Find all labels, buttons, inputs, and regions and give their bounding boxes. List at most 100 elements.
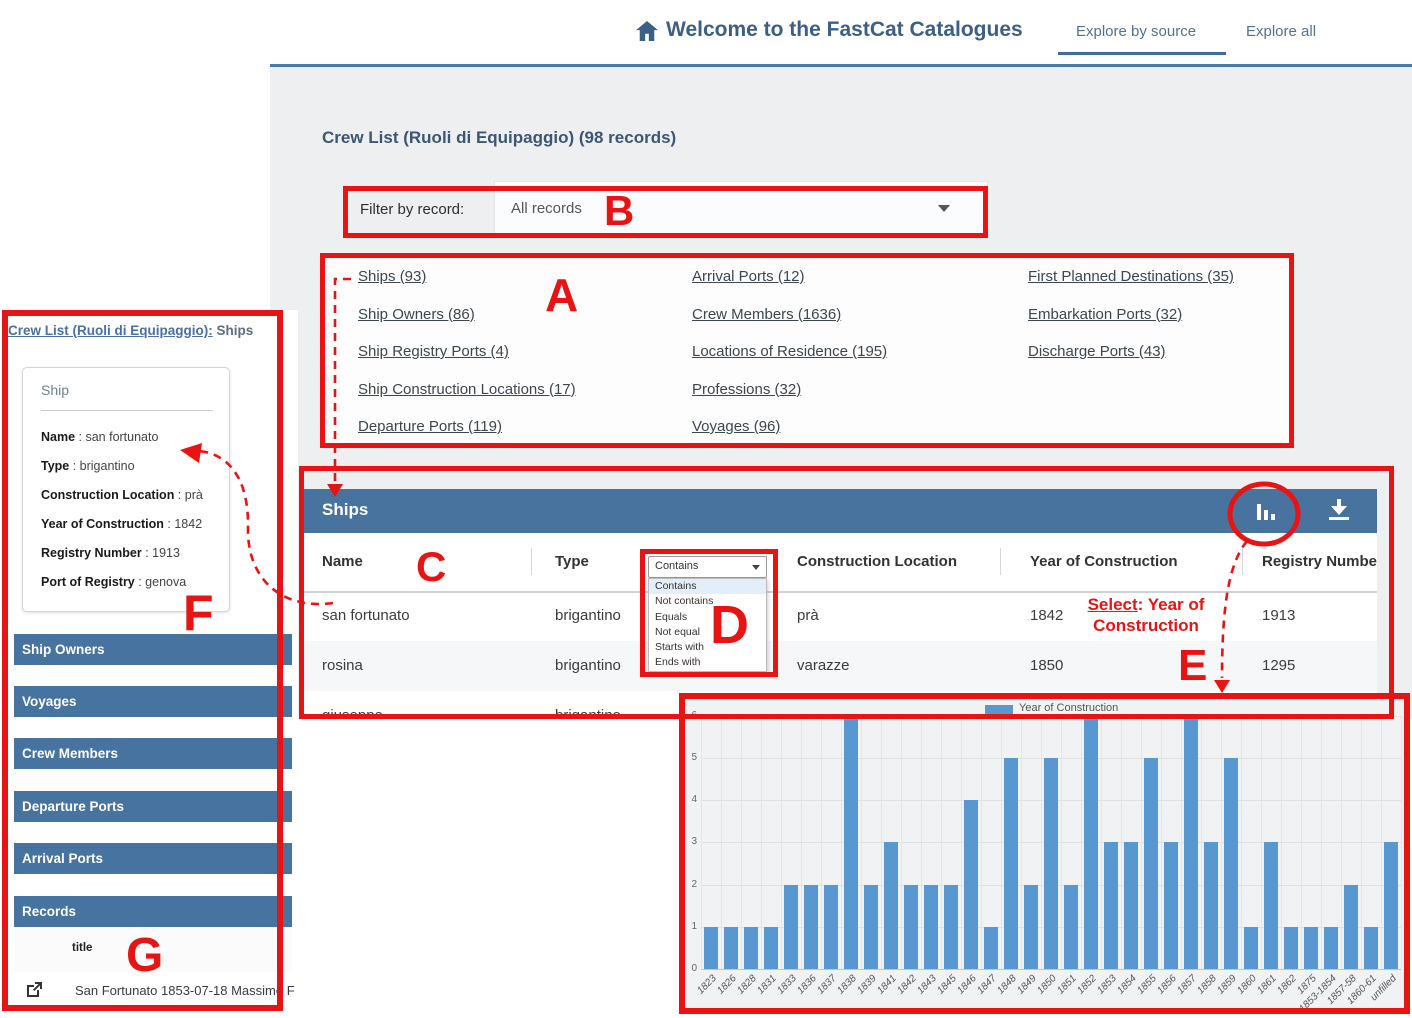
catalogue-link[interactable]: First Planned Destinations (35) <box>1028 268 1234 285</box>
chart-bar <box>1084 715 1098 969</box>
catalogue-link[interactable]: Ship Owners (86) <box>358 306 475 323</box>
column-header[interactable]: Construction Location <box>797 533 957 591</box>
catalogue-link[interactable]: Ship Construction Locations (17) <box>358 381 576 398</box>
sidebar-section-crew-members[interactable]: Crew Members <box>14 738 292 769</box>
catalogue-link[interactable]: Ships (93) <box>358 268 426 285</box>
sidebar-section-ship-owners[interactable]: Ship Owners <box>14 634 292 665</box>
chart-bar <box>984 926 998 969</box>
table-row[interactable]: rosina brigantino varazze 1850 1295 <box>303 641 1377 692</box>
v-gridline <box>861 716 862 969</box>
column-separator <box>531 548 532 575</box>
sidebar-section-voyages[interactable]: Voyages <box>14 686 292 717</box>
column-header[interactable]: Registry Numbe <box>1262 533 1377 591</box>
chart-bar <box>1144 758 1158 969</box>
chart-bar <box>1344 884 1358 969</box>
table-header-row: Name Type Construction Location Year of Con… <box>303 533 1377 593</box>
v-gridline <box>1381 716 1382 969</box>
v-gridline <box>1261 716 1262 969</box>
bar-chart-icon[interactable] <box>1252 497 1282 525</box>
filter-label: Filter by record: <box>360 201 465 218</box>
chart-bar <box>1244 926 1258 969</box>
table-row[interactable]: san fortunato brigantino prà 1842 1913 <box>303 591 1377 642</box>
v-gridline <box>1161 716 1162 969</box>
table-cell: prà <box>797 607 819 624</box>
chart-bar <box>1164 842 1178 969</box>
v-gridline <box>1081 716 1082 969</box>
chart-bar <box>1224 758 1238 969</box>
column-header[interactable]: Year of Construction <box>1030 533 1178 591</box>
v-gridline <box>921 716 922 969</box>
operator-options: Contains Not contains Equals Not equal Start… <box>648 578 767 672</box>
v-gridline <box>1041 716 1042 969</box>
chart-bar <box>1064 884 1078 969</box>
catalogue-link[interactable]: Crew Members (1636) <box>692 306 841 323</box>
v-gridline <box>1061 716 1062 969</box>
sidebar-section-records[interactable]: Records <box>14 896 292 927</box>
chart-bar <box>884 842 898 969</box>
v-gridline <box>761 716 762 969</box>
sidebar-section-departure-ports[interactable]: Departure Ports <box>14 791 292 822</box>
catalogue-link[interactable]: Voyages (96) <box>692 418 780 435</box>
table-cell: 1913 <box>1262 607 1296 624</box>
records-column-header: title <box>72 942 93 954</box>
chart-bar <box>1264 842 1278 969</box>
v-gridline <box>901 716 902 969</box>
chart-bar <box>1184 715 1198 969</box>
v-gridline <box>821 716 822 969</box>
v-gridline <box>1181 716 1182 969</box>
open-in-new-icon[interactable] <box>26 981 43 998</box>
v-gridline <box>941 716 942 969</box>
chevron-down-icon[interactable] <box>938 205 950 212</box>
y-tick-label: 2 <box>691 878 697 890</box>
chart-bar <box>1104 842 1118 969</box>
y-tick-label: 4 <box>691 794 697 806</box>
annotation-note: Select: Year of Construction <box>1078 594 1214 636</box>
catalogue-link[interactable]: Embarkation Ports (32) <box>1028 306 1182 323</box>
chart-bar <box>804 884 818 969</box>
annotation-letter-f: F <box>183 585 214 641</box>
column-header[interactable]: Type <box>555 533 589 591</box>
links-panel: Ships (93) Ship Owners (86) Ship Registry … <box>323 256 1292 445</box>
chart-bar <box>1024 884 1038 969</box>
active-tab-underline <box>1058 52 1226 55</box>
table-cell: 1842 <box>1030 607 1064 624</box>
chart-bar <box>1044 758 1058 969</box>
chart-bar <box>944 884 958 969</box>
operator-select[interactable]: Contains <box>648 556 767 578</box>
tab-explore-by-source[interactable]: Explore by source <box>1076 23 1196 40</box>
catalogue-link[interactable]: Locations of Residence (195) <box>692 343 887 360</box>
chart-bar <box>724 926 738 969</box>
v-gridline <box>701 716 702 969</box>
chart-bar <box>1204 842 1218 969</box>
catalogue-link[interactable]: Departure Ports (119) <box>358 418 502 435</box>
chart-bar <box>1284 926 1298 969</box>
annotation-letter-d: D <box>710 595 749 655</box>
v-gridline <box>961 716 962 969</box>
header-divider <box>270 64 1412 67</box>
chart-bar <box>1364 926 1378 969</box>
home-icon[interactable] <box>636 21 658 41</box>
sidebar-section-arrival-ports[interactable]: Arrival Ports <box>14 843 292 874</box>
catalogue-link[interactable]: Discharge Ports (43) <box>1028 343 1166 360</box>
annotation-letter-b: B <box>604 187 635 234</box>
download-icon[interactable] <box>1327 496 1351 524</box>
chart-bar <box>1304 926 1318 969</box>
operator-option[interactable]: Contains <box>649 579 766 595</box>
record-title: San Fortunato 1853-07-18 Massimo F <box>75 983 295 998</box>
catalogue-link[interactable]: Arrival Ports (12) <box>692 268 805 285</box>
v-gridline <box>1221 716 1222 969</box>
note-select-word: Select <box>1087 595 1138 614</box>
catalogue-link[interactable]: Ship Registry Ports (4) <box>358 343 509 360</box>
chart-bar <box>1004 758 1018 969</box>
tab-explore-all[interactable]: Explore all <box>1246 23 1316 40</box>
v-gridline <box>1101 716 1102 969</box>
v-gridline <box>1361 716 1362 969</box>
operator-option[interactable]: Ends with <box>649 655 766 670</box>
column-header[interactable]: Name <box>322 533 363 591</box>
v-gridline <box>1301 716 1302 969</box>
catalogue-link[interactable]: Professions (32) <box>692 381 801 398</box>
page-title: Welcome to the FastCat Catalogues <box>666 18 1023 41</box>
y-tick-label: 3 <box>691 836 697 848</box>
record-filter-value: All records <box>511 200 582 217</box>
operator-select-value: Contains <box>655 560 699 572</box>
